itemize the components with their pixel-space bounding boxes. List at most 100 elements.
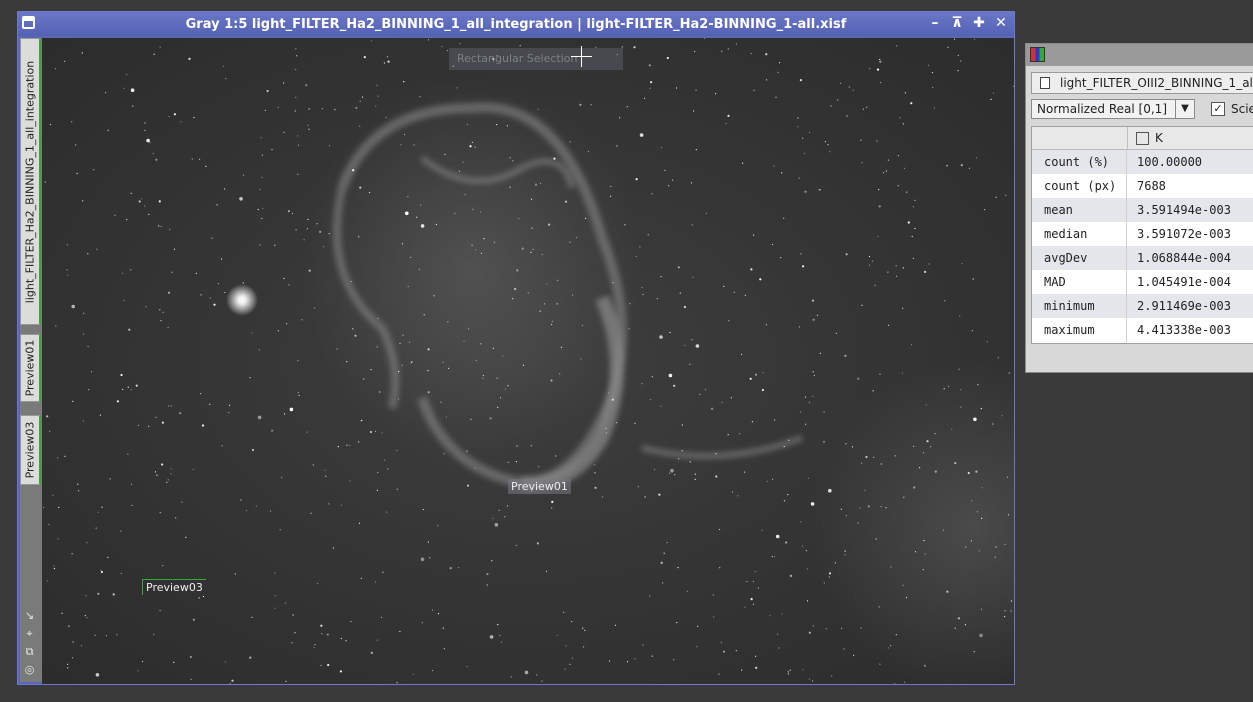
star [171, 271, 173, 273]
star [161, 463, 164, 466]
star [380, 616, 383, 619]
statistics-titlebar[interactable] [1026, 44, 1253, 66]
star [377, 472, 379, 474]
star [515, 544, 517, 546]
star [283, 413, 286, 415]
statistics-panel[interactable]: light_FILTER_OIII2_BINNING_1_all Normali… [1025, 43, 1253, 373]
tab-preview03[interactable]: Preview03 [20, 415, 41, 485]
star [350, 620, 352, 623]
star [946, 590, 949, 593]
star [509, 186, 511, 188]
star [569, 663, 571, 665]
star [375, 581, 377, 583]
star [234, 573, 236, 575]
star [46, 580, 48, 582]
window-titlebar[interactable]: Gray 1:5 light_FILTER_Ha2_BINNING_1_all_… [18, 12, 1014, 36]
star [634, 422, 636, 424]
star [783, 500, 786, 502]
star [316, 223, 318, 225]
star [480, 211, 482, 213]
star [569, 141, 571, 143]
preview03-marker[interactable]: Preview03 [142, 579, 206, 595]
star [587, 150, 590, 153]
star [619, 117, 621, 119]
star [971, 500, 973, 502]
star [669, 331, 671, 334]
star [857, 522, 859, 524]
star [466, 123, 468, 126]
star [798, 326, 801, 328]
clone-icon[interactable]: ⧉ [23, 645, 36, 658]
star [458, 566, 460, 569]
star [721, 401, 723, 403]
scientific-checkbox[interactable]: ✓ [1211, 102, 1225, 116]
star [930, 446, 932, 448]
shade-icon[interactable]: ⊼ [950, 15, 964, 31]
image-selector[interactable]: light_FILTER_OIII2_BINNING_1_all [1031, 72, 1253, 94]
chevron-down-icon[interactable]: ▼ [1175, 100, 1194, 118]
star [518, 218, 520, 220]
maximize-icon[interactable]: ✚ [972, 15, 986, 31]
star [751, 421, 754, 423]
star [580, 358, 582, 360]
star [743, 471, 746, 473]
star [857, 377, 860, 380]
range-dropdown[interactable]: Normalized Real [0,1] ▼ [1031, 99, 1195, 119]
star [553, 157, 556, 160]
star [912, 257, 915, 259]
star [789, 574, 793, 578]
star [744, 606, 746, 608]
table-row: count (%) 100.00000 [1032, 150, 1253, 174]
star [260, 137, 262, 139]
star [334, 109, 336, 111]
star [499, 634, 501, 637]
star [427, 348, 430, 351]
star [100, 569, 102, 571]
star [521, 247, 524, 250]
star [799, 411, 802, 413]
star [126, 74, 128, 76]
star [449, 567, 452, 570]
minimize-icon[interactable]: – [928, 15, 942, 31]
identity-icon[interactable]: ◎ [23, 663, 36, 676]
star [77, 483, 79, 485]
star [274, 607, 276, 609]
image-window[interactable]: Gray 1:5 light_FILTER_Ha2_BINNING_1_all_… [17, 11, 1015, 685]
star [49, 430, 51, 432]
star [932, 86, 934, 89]
star [159, 309, 161, 311]
star [899, 117, 901, 119]
star [887, 159, 890, 161]
star [705, 212, 708, 215]
star [851, 446, 854, 448]
star [297, 135, 299, 137]
tab-preview01[interactable]: Preview01 [20, 334, 41, 402]
window-icon[interactable] [22, 16, 35, 29]
preview01-marker[interactable]: Preview01 [508, 479, 571, 494]
star [295, 96, 297, 98]
star [377, 317, 379, 319]
star [53, 568, 55, 570]
star [755, 373, 758, 376]
star [376, 346, 378, 348]
zoom-fit-icon[interactable]: ⌖ [23, 627, 36, 640]
star [902, 584, 904, 586]
star [132, 105, 134, 107]
star [67, 274, 69, 276]
star [376, 489, 378, 491]
star [972, 278, 974, 280]
star [131, 504, 133, 506]
scientific-notation-toggle[interactable]: ✓ Scie [1211, 102, 1253, 116]
star [960, 389, 962, 391]
fit-view-icon[interactable]: ↘ [23, 609, 36, 622]
star [696, 646, 698, 648]
star [458, 170, 461, 172]
star [695, 89, 697, 91]
star [418, 268, 420, 270]
close-icon[interactable]: ✕ [994, 15, 1008, 31]
star [130, 483, 133, 485]
image-viewport[interactable]: Rectangular Selection Preview01 Preview0… [42, 38, 1014, 684]
star [320, 624, 323, 627]
star [440, 401, 442, 403]
tab-main-view[interactable]: light_FILTER_Ha2_BINNING_1_all_integrati… [20, 38, 41, 325]
